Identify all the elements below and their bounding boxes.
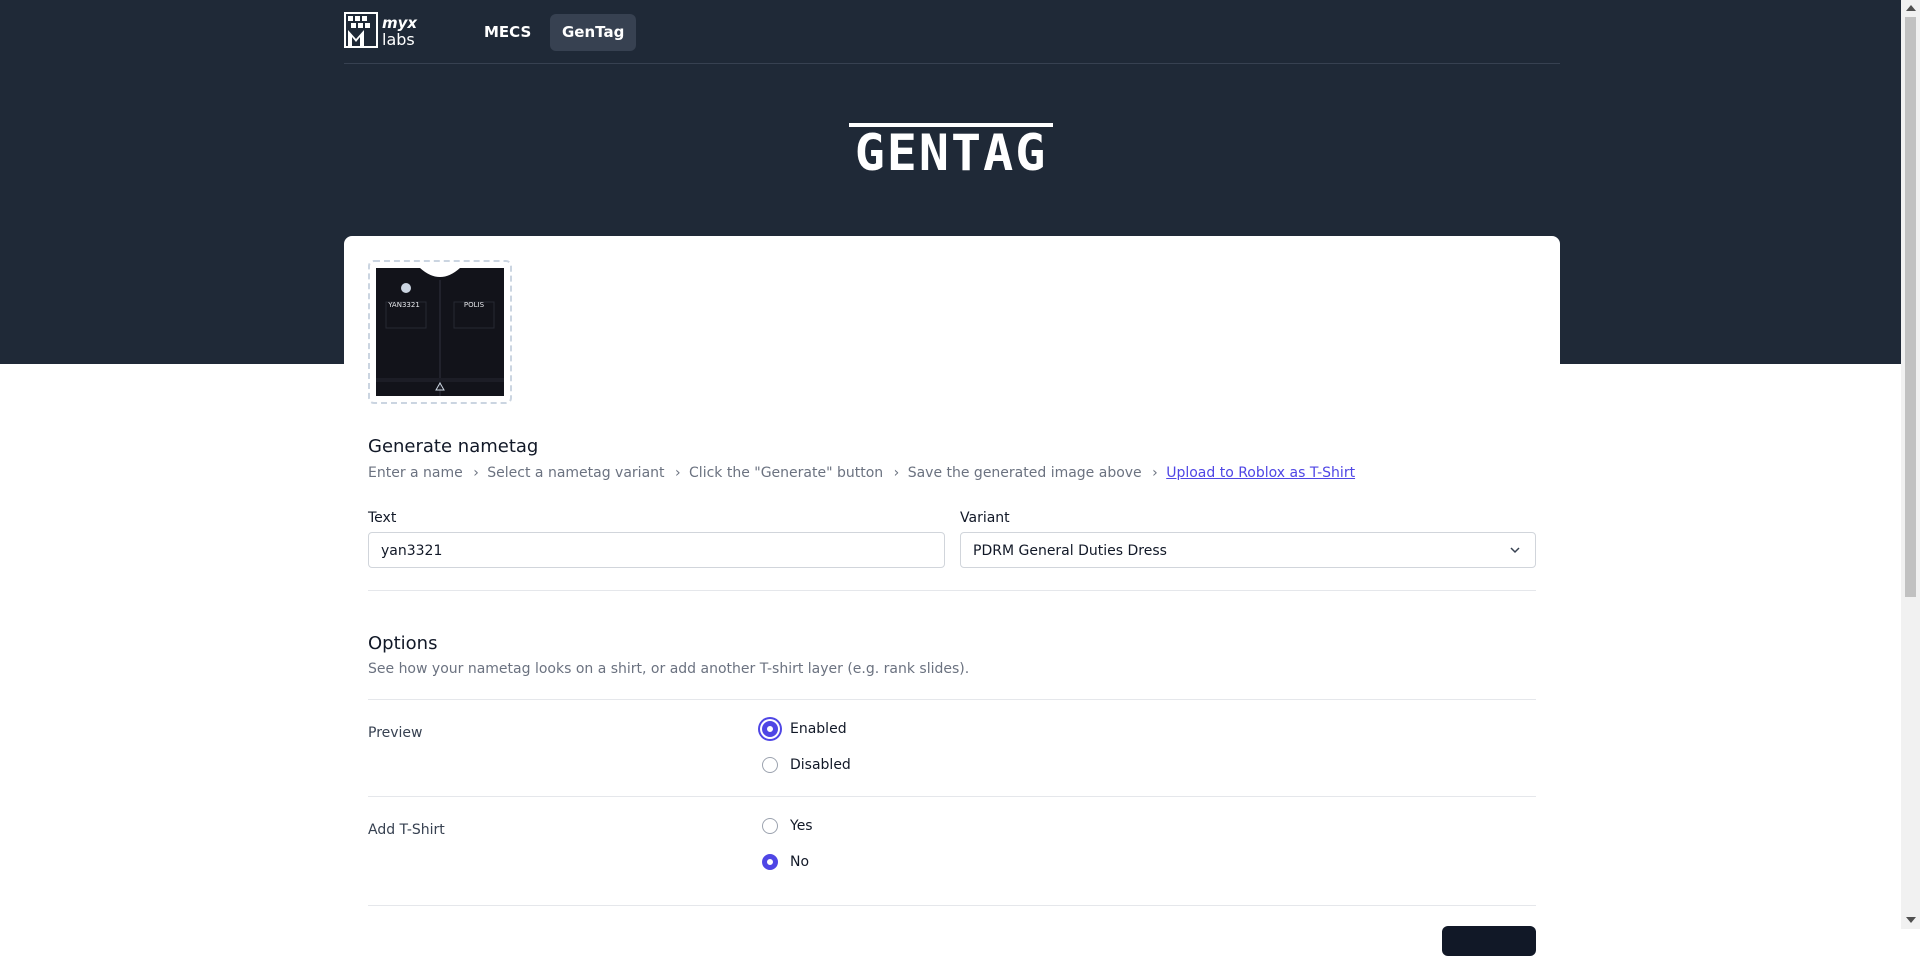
preview-disabled-label[interactable]: Disabled bbox=[790, 757, 851, 773]
preview-left-tag: YAN3321 bbox=[387, 301, 420, 309]
logo-mark-icon: myx labs bbox=[344, 12, 418, 49]
top-navbar: myx labs MECS GenTag bbox=[344, 0, 1560, 64]
add-tshirt-no-label[interactable]: No bbox=[790, 854, 809, 870]
step-separator: › bbox=[473, 465, 479, 481]
step-3: Click the "Generate" button bbox=[689, 465, 884, 481]
police-crest-icon bbox=[401, 283, 411, 293]
text-field-label: Text bbox=[368, 510, 397, 526]
add-tshirt-yes-radio[interactable] bbox=[762, 818, 778, 834]
logo-brand-bottom: labs bbox=[382, 30, 415, 48]
scrollbar-thumb[interactable] bbox=[1905, 17, 1916, 597]
page-scrollbar[interactable] bbox=[1901, 0, 1920, 929]
variant-selected-value: PDRM General Duties Dress bbox=[973, 543, 1167, 559]
add-tshirt-no-radio[interactable] bbox=[762, 854, 778, 870]
upload-roblox-link[interactable]: Upload to Roblox as T-Shirt bbox=[1166, 465, 1355, 481]
shirt-preview-image: YAN3321 POLIS bbox=[376, 268, 504, 396]
variant-field-label: Variant bbox=[960, 510, 1010, 526]
section-divider bbox=[368, 699, 1536, 700]
preview-enabled-label[interactable]: Enabled bbox=[790, 721, 847, 737]
options-description: See how your nametag looks on a shirt, o… bbox=[368, 661, 970, 677]
scroll-down-arrow-icon[interactable] bbox=[1906, 917, 1916, 923]
generate-nametag-title: Generate nametag bbox=[368, 436, 539, 457]
nametag-preview: YAN3321 POLIS bbox=[368, 260, 512, 404]
step-separator: › bbox=[1152, 465, 1158, 481]
step-1: Enter a name bbox=[368, 465, 463, 481]
preview-option-label: Preview bbox=[368, 725, 423, 741]
generate-button[interactable] bbox=[1442, 926, 1536, 956]
gentag-title-text: GENTAG bbox=[854, 124, 1047, 178]
gentag-logotype: GENTAG bbox=[848, 123, 1053, 182]
myx-labs-logo[interactable]: myx labs bbox=[344, 12, 434, 49]
generator-card: YAN3321 POLIS Generate nametag Enter a n… bbox=[344, 236, 1560, 956]
nav-item-mecs[interactable]: MECS bbox=[472, 14, 543, 51]
text-input[interactable]: yan3321 bbox=[368, 532, 945, 568]
section-divider bbox=[368, 796, 1536, 797]
step-2: Select a nametag variant bbox=[487, 465, 665, 481]
preview-right-tag: POLIS bbox=[464, 301, 485, 309]
step-separator: › bbox=[893, 465, 900, 481]
preview-disabled-radio[interactable] bbox=[762, 757, 778, 773]
section-divider bbox=[368, 905, 1536, 906]
add-tshirt-yes-label[interactable]: Yes bbox=[790, 818, 813, 834]
section-divider bbox=[368, 590, 1536, 591]
step-4: Save the generated image above bbox=[907, 465, 1142, 481]
gentag-title: GENTAG bbox=[0, 120, 1901, 182]
preview-enabled-radio[interactable] bbox=[762, 721, 778, 737]
nav-item-gentag[interactable]: GenTag bbox=[550, 14, 637, 51]
variant-select[interactable]: PDRM General Duties Dress bbox=[960, 532, 1536, 568]
add-tshirt-option-label: Add T-Shirt bbox=[368, 822, 445, 838]
step-separator: › bbox=[674, 465, 681, 481]
scroll-up-arrow-icon[interactable] bbox=[1906, 5, 1916, 11]
generate-steps: Enter a name › Select a nametag variant … bbox=[368, 465, 1355, 481]
options-title: Options bbox=[368, 633, 438, 654]
chevron-down-icon bbox=[1510, 547, 1520, 554]
